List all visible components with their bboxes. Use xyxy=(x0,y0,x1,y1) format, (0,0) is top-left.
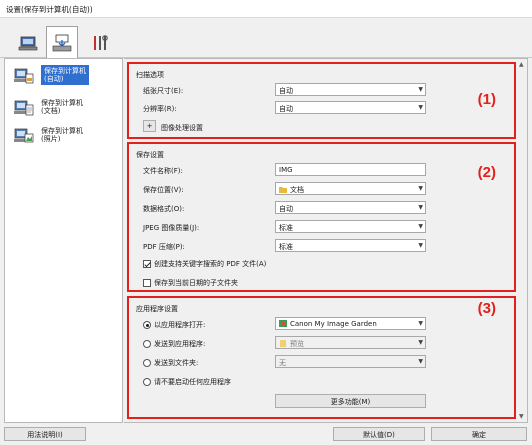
chevron-down-icon: ▼ xyxy=(418,242,423,249)
create-searchable-pdf-checkbox[interactable]: 创建支持关键字搜索的 PDF 文件(A) xyxy=(143,259,266,269)
preview-app-icon xyxy=(280,340,286,347)
jpeg-quality-label: JPEG 图像质量(J): xyxy=(143,224,200,232)
scan-from-panel-icon xyxy=(52,34,72,52)
scan-from-computer-icon xyxy=(18,36,38,50)
canon-app-icon xyxy=(279,320,287,327)
chevron-down-icon: ▼ xyxy=(418,204,423,211)
open-with-app-value: Canon My Image Garden xyxy=(290,320,377,328)
sidebar-item-document[interactable]: 保存到计算机 (文档) xyxy=(13,97,118,123)
send-to-app-radio[interactable]: 发送到应用程序: xyxy=(143,339,205,349)
open-with-app-radio[interactable]: 以应用程序打开: xyxy=(143,320,205,330)
send-to-folder-radio[interactable]: 发送到文件夹: xyxy=(143,358,198,368)
document-save-icon xyxy=(14,100,34,116)
settings-panel: 扫描选项 (1) 纸张尺寸(E): 自动 ▼ 分辨率(R): 自动 ▼ + 图像… xyxy=(124,58,528,423)
sidebar-item-label: 保存到计算机 (自动) xyxy=(41,65,89,85)
vertical-scrollbar[interactable]: ▲ ▼ xyxy=(517,59,527,422)
radio-unselected-icon xyxy=(143,378,151,386)
chevron-down-icon: ▼ xyxy=(418,104,423,111)
data-format-label: 数据格式(O): xyxy=(143,205,185,213)
paper-size-value: 自动 xyxy=(279,87,293,95)
save-settings-section: 保存设置 (2) 文件名称(F): IMG 保存位置(V): 文档 ▼ 数据格式… xyxy=(127,142,516,292)
window-title: 设置(保存到计算机(自动)) xyxy=(0,0,532,18)
file-name-label: 文件名称(F): xyxy=(143,167,183,175)
scroll-up-icon[interactable]: ▲ xyxy=(519,61,524,68)
paper-size-select[interactable]: 自动 ▼ xyxy=(275,83,426,96)
application-settings-section: 应用程序设置 (3) 以应用程序打开: Canon My Image Garde… xyxy=(127,296,516,419)
jpeg-quality-value: 标准 xyxy=(279,224,293,232)
subfolder-label: 保存到当前日期的子文件夹 xyxy=(154,279,238,287)
data-format-value: 自动 xyxy=(279,205,293,213)
send-to-folder-select[interactable]: 无 ▼ xyxy=(275,355,426,368)
data-format-select[interactable]: 自动 ▼ xyxy=(275,201,426,214)
send-to-app-label: 发送到应用程序: xyxy=(154,340,206,348)
chevron-down-icon: ▼ xyxy=(418,320,423,327)
application-settings-title: 应用程序设置 xyxy=(136,305,178,313)
radio-selected-icon xyxy=(143,321,151,329)
folder-icon xyxy=(279,187,287,193)
pdf-compression-value: 标准 xyxy=(279,243,293,251)
photo-save-icon xyxy=(14,128,34,143)
footer: 用法说明(I) 默认值(D) 确定 xyxy=(0,423,532,445)
save-settings-title: 保存设置 xyxy=(136,151,164,159)
ok-button[interactable]: 确定 xyxy=(431,427,527,441)
chevron-down-icon: ▼ xyxy=(418,223,423,230)
save-in-value: 文档 xyxy=(290,186,304,194)
paper-size-label: 纸张尺寸(E): xyxy=(143,87,184,95)
radio-unselected-icon xyxy=(143,340,151,348)
chevron-down-icon: ▼ xyxy=(418,185,423,192)
section-number-2: (2) xyxy=(477,164,496,181)
pdf-compression-label: PDF 压缩(P): xyxy=(143,243,185,251)
checkbox-unchecked-icon xyxy=(143,279,151,287)
tab-general-settings[interactable] xyxy=(84,26,116,58)
save-in-select[interactable]: 文档 ▼ xyxy=(275,182,426,195)
expand-image-processing-button[interactable]: + xyxy=(143,120,156,132)
open-with-app-label: 以应用程序打开: xyxy=(154,321,206,329)
sidebar-item-photo[interactable]: 保存到计算机 (照片) xyxy=(13,125,118,151)
image-processing-label: 图像处理设置 xyxy=(161,124,203,132)
section-number-3: (3) xyxy=(477,300,496,317)
tab-scan-from-computer[interactable] xyxy=(12,26,44,58)
scroll-down-icon[interactable]: ▼ xyxy=(519,413,524,420)
resolution-value: 自动 xyxy=(279,105,293,113)
chevron-down-icon: ▼ xyxy=(418,339,423,346)
tab-scan-from-panel[interactable] xyxy=(46,26,78,59)
open-with-app-select[interactable]: Canon My Image Garden ▼ xyxy=(275,317,426,330)
file-name-input[interactable]: IMG xyxy=(275,163,426,176)
save-in-label: 保存位置(V): xyxy=(143,186,184,194)
section-number-1: (1) xyxy=(477,91,496,108)
defaults-button[interactable]: 默认值(D) xyxy=(333,427,425,441)
sidebar-item-auto[interactable]: 保存到计算机 (自动) xyxy=(13,65,118,91)
do-not-start-label: 请不要启动任何应用程序 xyxy=(154,378,231,386)
send-to-app-select[interactable]: 预览 ▼ xyxy=(275,336,426,349)
pdf-compression-select[interactable]: 标准 ▼ xyxy=(275,239,426,252)
general-settings-icon xyxy=(94,34,108,50)
sidebar: 保存到计算机 (自动) 保存到计算机 (文档) 保存到计算机 (照片) xyxy=(4,58,123,423)
scan-options-section: 扫描选项 (1) 纸张尺寸(E): 自动 ▼ 分辨率(R): 自动 ▼ + 图像… xyxy=(127,62,516,139)
more-functions-button[interactable]: 更多功能(M) xyxy=(275,394,426,408)
jpeg-quality-select[interactable]: 标准 ▼ xyxy=(275,220,426,233)
resolution-label: 分辨率(R): xyxy=(143,105,177,113)
toolbar xyxy=(0,18,532,59)
checkbox-checked-icon xyxy=(143,260,151,268)
send-to-app-value: 预览 xyxy=(290,340,304,348)
do-not-start-app-radio[interactable]: 请不要启动任何应用程序 xyxy=(143,377,231,387)
chevron-down-icon: ▼ xyxy=(418,358,423,365)
sidebar-item-label: 保存到计算机 (照片) xyxy=(41,127,83,143)
sidebar-item-label: 保存到计算机 (文档) xyxy=(41,99,83,115)
send-to-folder-value: 无 xyxy=(279,359,286,367)
chevron-down-icon: ▼ xyxy=(418,86,423,93)
scan-options-title: 扫描选项 xyxy=(136,71,164,79)
save-to-subfolder-checkbox[interactable]: 保存到当前日期的子文件夹 xyxy=(143,278,238,288)
instructions-button[interactable]: 用法说明(I) xyxy=(4,427,86,441)
create-pdf-label: 创建支持关键字搜索的 PDF 文件(A) xyxy=(154,260,267,268)
radio-unselected-icon xyxy=(143,359,151,367)
send-to-folder-label: 发送到文件夹: xyxy=(154,359,199,367)
resolution-select[interactable]: 自动 ▼ xyxy=(275,101,426,114)
auto-save-icon xyxy=(14,68,34,84)
